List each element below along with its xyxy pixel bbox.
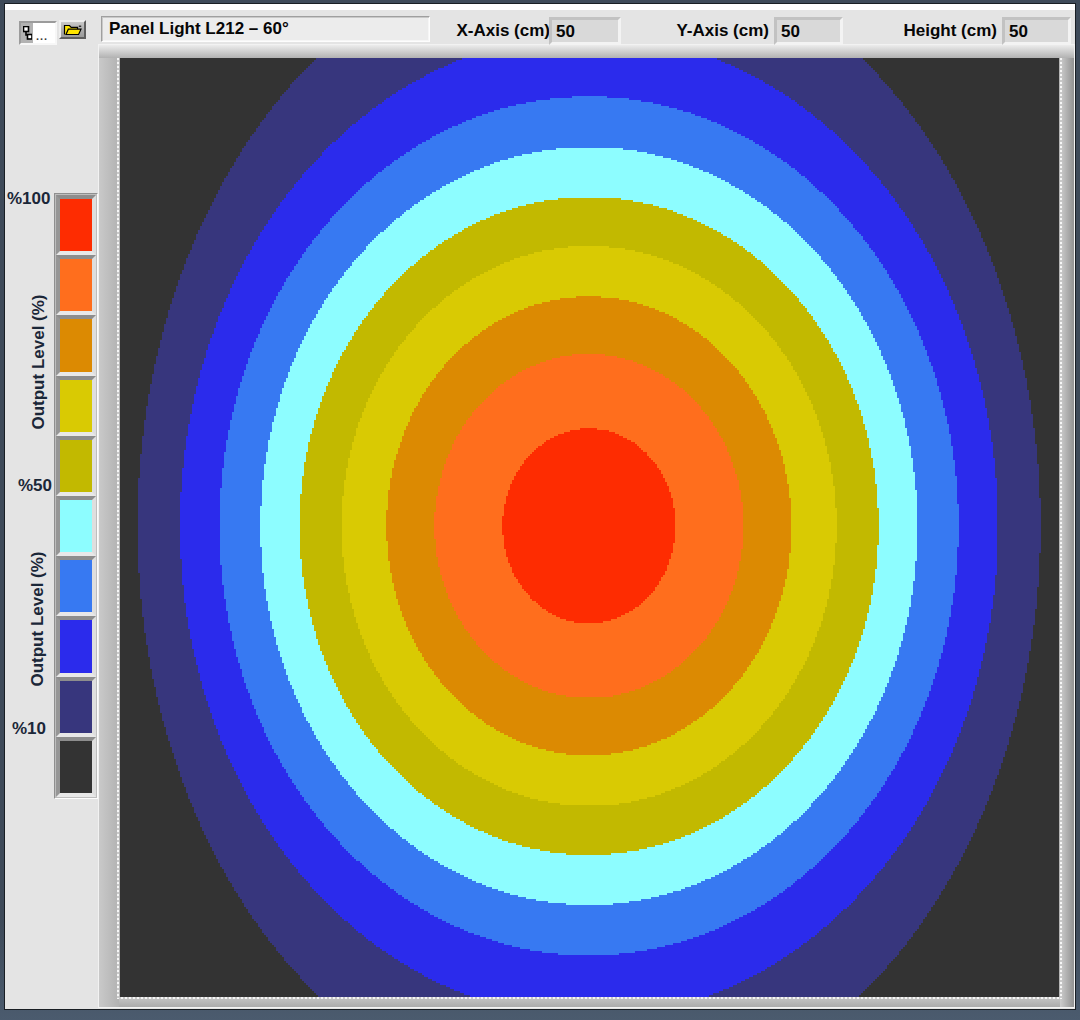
legend-swatch-30 bbox=[56, 616, 96, 676]
legend-swatch-80 bbox=[56, 315, 96, 375]
legend-swatch-40 bbox=[56, 556, 96, 616]
legend-tick-100: %100 bbox=[7, 189, 50, 209]
legend-swatch-70 bbox=[56, 376, 96, 436]
height-label: Height (cm) bbox=[887, 17, 997, 45]
legend-swatch-20 bbox=[56, 677, 96, 737]
intensity-plot-canvas bbox=[120, 58, 1059, 997]
file-path-value[interactable]: ... bbox=[33, 23, 55, 43]
x-axis-input[interactable] bbox=[549, 17, 621, 45]
legend-swatch-60 bbox=[56, 436, 96, 496]
y-axis-input[interactable] bbox=[774, 17, 843, 45]
output-level-color-ramp bbox=[54, 193, 98, 799]
height-input[interactable] bbox=[1002, 17, 1071, 45]
path-nodes-icon bbox=[21, 23, 33, 43]
browse-folder-button[interactable] bbox=[59, 20, 86, 39]
open-folder-icon bbox=[63, 23, 82, 36]
legend-swatch-90 bbox=[56, 255, 96, 315]
legend-tick-10: %10 bbox=[12, 719, 46, 739]
intensity-plot-area bbox=[120, 58, 1059, 997]
fixture-title-display: Panel Light L212 – 60° bbox=[101, 16, 430, 42]
app-window: { "window": { "title_display": "Panel Li… bbox=[0, 0, 1080, 1020]
legend-swatch-10 bbox=[56, 737, 96, 797]
y-axis-label: Y-Axis (cm) bbox=[659, 17, 769, 45]
legend-tick-50: %50 bbox=[18, 476, 52, 496]
legend-swatch-100 bbox=[56, 195, 96, 255]
file-path-control[interactable]: ... bbox=[19, 21, 57, 45]
legend-axis-label-upper: Output Level (%) bbox=[29, 294, 49, 429]
x-axis-label: X-Axis (cm) bbox=[440, 17, 550, 45]
legend-axis-label-lower: Output Level (%) bbox=[28, 551, 48, 686]
legend-swatch-50 bbox=[56, 496, 96, 556]
